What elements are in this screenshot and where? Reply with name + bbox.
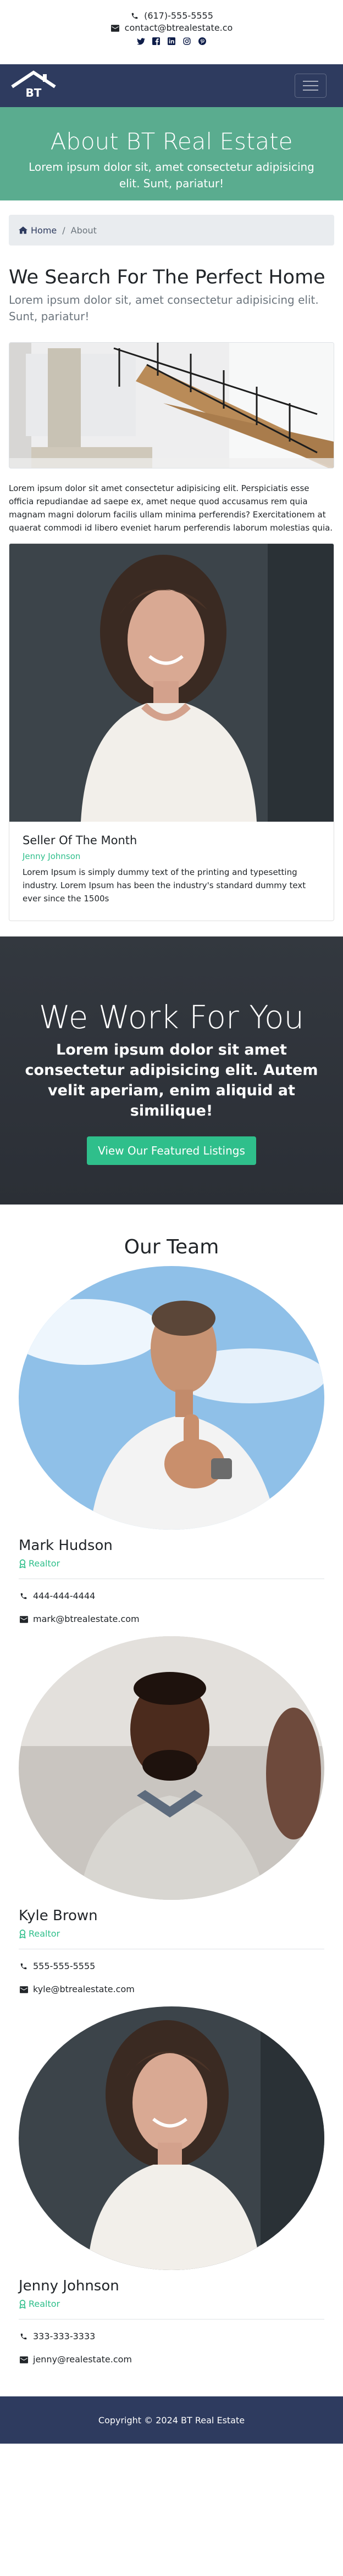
breadcrumb-current: About [70,225,97,236]
about-lead: Lorem ipsum dolor sit, amet consectetur … [9,293,319,323]
member-role: Realtor [19,1928,324,1939]
page-title: About BT Real Estate [50,128,293,155]
team-title: Our Team [124,1236,219,1258]
phone-text: (617)-555-5555 [144,10,213,21]
pinterest-icon[interactable] [197,36,207,46]
member-name: Mark Hudson [19,1537,113,1554]
phone-icon [130,11,140,21]
team-section: Our Team Mark Hudson Realtor 444-444-444… [0,1205,343,2366]
home-icon [19,226,27,234]
member-role: Realtor [19,1558,324,1569]
member-photo [19,1266,324,1530]
facebook-icon[interactable] [151,36,161,46]
hamburger-icon [303,81,318,82]
breadcrumb: Home / About [9,215,334,246]
phone-icon [19,1591,29,1601]
logo[interactable]: BT [10,70,57,101]
team-member: Jenny Johnson Realtor 333-333-3333 jenny… [9,2006,334,2366]
envelope-icon [19,2355,29,2365]
seller-name: Jenny Johnson [23,851,81,861]
member-name: Jenny Johnson [19,2278,119,2294]
copyright-text: Copyright © 2024 BT Real Estate [98,2415,245,2426]
member-role: Realtor [19,2299,324,2309]
about-section: We Search For The Perfect Home Lorem ips… [0,246,343,921]
member-phone: 444-444-4444 [19,1590,324,1602]
team-member: Mark Hudson Realtor 444-444-4444 mark@bt… [9,1266,334,1625]
email-text: contact@btrealestate.co [124,23,233,33]
twitter-icon[interactable] [136,36,146,46]
about-title: We Search For The Perfect Home [9,266,325,288]
envelope-icon [110,23,120,33]
breadcrumb-home-link[interactable]: Home [19,225,57,236]
navbar: BT [0,64,343,107]
seller-card: Seller Of The Month Jenny Johnson Lorem … [9,543,334,921]
email-line: contact@btrealestate.co [0,22,343,34]
member-photo [19,2006,324,2270]
breadcrumb-home-label: Home [31,225,57,236]
member-email: jenny@realestate.com [19,2354,324,2366]
work-section: We Work For You Lorem ipsum dolor sit am… [0,936,343,1205]
phone-line: (617)-555-5555 [0,10,343,22]
featured-listings-button[interactable]: View Our Featured Listings [87,1136,256,1165]
contact-bar: (617)-555-5555 contact@btrealestate.co [0,0,343,64]
member-name: Kyle Brown [19,1908,98,1924]
phone-icon [19,1961,29,1971]
envelope-icon [19,1984,29,1994]
linkedin-icon[interactable] [167,36,176,46]
staircase-image [9,342,334,469]
seller-photo [9,544,334,822]
about-body: Lorem ipsum dolor sit amet consectetur a… [9,483,333,533]
seller-heading: Seller Of The Month [23,834,137,847]
member-email: mark@btrealestate.com [19,1613,324,1625]
menu-toggle-button[interactable] [295,74,327,98]
member-photo [19,1636,324,1900]
award-icon [19,2299,26,2309]
award-icon [19,1559,26,1568]
social-links [0,36,343,46]
footer: Copyright © 2024 BT Real Estate [0,2396,343,2444]
team-member: Kyle Brown Realtor 555-555-5555 kyle@btr… [9,1636,334,1995]
hero-subtitle: Lorem ipsum dolor sit, amet consectetur … [29,160,314,190]
instagram-icon[interactable] [182,36,192,46]
envelope-icon [19,1614,29,1624]
logo-text: BT [26,86,42,99]
breadcrumb-separator: / [62,225,65,236]
member-phone: 333-333-3333 [19,2330,324,2343]
work-subtitle: Lorem ipsum dolor sit amet consectetur a… [25,1041,318,1119]
member-phone: 555-555-5555 [19,1960,324,1972]
work-title: We Work For You [38,999,305,1036]
phone-icon [19,2332,29,2341]
member-email: kyle@btrealestate.com [19,1983,324,1995]
award-icon [19,1929,26,1938]
seller-description: Lorem Ipsum is simply dummy text of the … [23,867,306,904]
hero: About BT Real Estate Lorem ipsum dolor s… [0,107,343,200]
